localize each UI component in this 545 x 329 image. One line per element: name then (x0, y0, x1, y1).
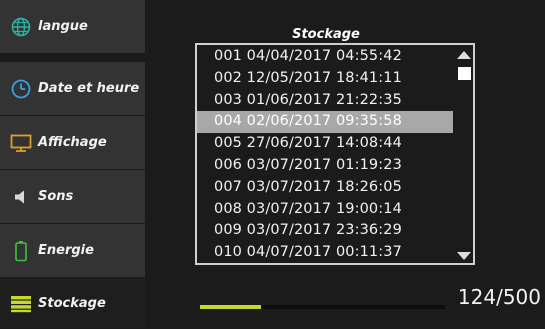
storage-counter: 124/500 (457, 285, 541, 309)
storage-icon (10, 293, 32, 315)
sidebar-item-label: Energie (38, 243, 94, 258)
sidebar-item-stockage[interactable]: Stockage (0, 279, 145, 329)
sidebar-item-label: Affichage (38, 135, 107, 150)
sidebar-item-date-et-heure[interactable]: Date et heure (0, 62, 145, 116)
speaker-icon (10, 186, 32, 208)
sidebar-item-label: Stockage (38, 296, 106, 311)
sidebar-item-energie[interactable]: Energie (0, 224, 145, 278)
sidebar-item-label: Sons (38, 189, 74, 204)
scrollbar[interactable] (453, 45, 473, 263)
list-item[interactable]: 006 03/07/2017 01:19:23 (197, 155, 453, 177)
page-title: Stockage (292, 27, 360, 42)
list-item[interactable]: 008 03/07/2017 19:00:14 (197, 199, 453, 221)
storage-list[interactable]: 001 04/04/2017 04:55:42 002 12/05/2017 1… (195, 43, 475, 265)
sidebar-item-label: Date et heure (38, 81, 140, 96)
globe-icon (10, 16, 32, 38)
scroll-down-arrow-icon[interactable] (457, 252, 471, 260)
clock-icon (10, 78, 32, 100)
storage-progress-fill (200, 305, 261, 309)
sidebar-item-langue[interactable]: langue (0, 0, 145, 54)
list-item[interactable]: 005 27/06/2017 14:08:44 (197, 133, 453, 155)
list-item[interactable]: 002 12/05/2017 18:41:11 (197, 68, 453, 90)
monitor-icon (10, 132, 32, 154)
main-panel: Stockage 001 04/04/2017 04:55:42 002 12/… (145, 0, 545, 329)
sidebar: langue Date et heure Affichage Sons Ener… (0, 0, 145, 329)
list-item[interactable]: 001 04/04/2017 04:55:42 (197, 46, 453, 68)
scroll-thumb[interactable] (458, 67, 471, 80)
sidebar-item-label: langue (38, 19, 88, 34)
list-item[interactable]: 009 03/07/2017 23:36:29 (197, 220, 453, 242)
list-item[interactable]: 010 04/07/2017 00:11:37 (197, 242, 453, 264)
sidebar-item-sons[interactable]: Sons (0, 170, 145, 224)
storage-progress-bar (200, 305, 445, 309)
list-item[interactable]: 003 01/06/2017 21:22:35 (197, 90, 453, 112)
sidebar-item-affichage[interactable]: Affichage (0, 116, 145, 170)
list-item-selected[interactable]: 004 02/06/2017 09:35:58 (197, 111, 453, 134)
battery-icon (10, 240, 32, 262)
list-item[interactable]: 007 03/07/2017 18:26:05 (197, 177, 453, 199)
scroll-up-arrow-icon[interactable] (457, 51, 471, 59)
